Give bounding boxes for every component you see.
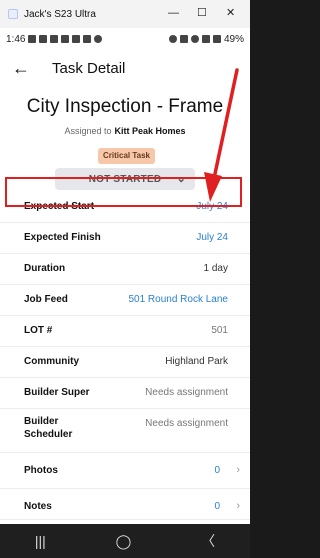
row-value[interactable]: 501 Round Rock Lane xyxy=(128,294,228,305)
row-label: Job Feed xyxy=(24,294,68,305)
app-header: ← Task Detail xyxy=(0,50,250,86)
row-label: Photos xyxy=(24,465,58,476)
status-value: NOT STARTED xyxy=(88,173,162,185)
status-dropdown[interactable]: NOT STARTED ⌄ xyxy=(55,168,195,190)
notification-icon xyxy=(39,35,48,43)
row-label: Duration xyxy=(24,263,66,274)
notification-icon xyxy=(61,35,70,43)
row-value: 0 xyxy=(214,501,220,512)
row-job-feed[interactable]: Job Feed 501 Round Rock Lane xyxy=(0,285,250,316)
task-title: City Inspection - Frame xyxy=(26,96,224,117)
row-label: LOT # xyxy=(24,325,53,336)
row-value: 1 day xyxy=(203,263,228,274)
window-titlebar: Jack's S23 Ultra — ☐ ✕ xyxy=(0,0,250,28)
assigned-prefix: Assigned to xyxy=(64,126,112,136)
status-time: 1:46 xyxy=(6,33,26,45)
android-navbar: ||| ◯ 〈 xyxy=(0,524,250,558)
assigned-company: Kitt Peak Homes xyxy=(114,126,186,136)
row-value[interactable]: July 24 xyxy=(196,232,228,243)
back-button[interactable]: 〈 xyxy=(201,531,215,551)
notification-icon xyxy=(50,35,59,43)
chevron-down-icon: ⌄ xyxy=(176,173,186,185)
row-label: Expected Start xyxy=(24,201,95,212)
battery-level: 49% xyxy=(223,33,244,45)
row-label: Expected Finish xyxy=(24,232,101,243)
row-expected-start[interactable]: Expected Start July 24 xyxy=(0,192,250,223)
row-value[interactable]: Needs assignment xyxy=(145,418,228,429)
notification-icon xyxy=(72,35,81,43)
row-label: Builder Scheduler xyxy=(24,416,73,440)
status-bar: 1:46 49% xyxy=(0,28,250,50)
minimize-button[interactable]: — xyxy=(168,6,179,20)
notification-icon xyxy=(83,35,92,43)
page-title: Task Detail xyxy=(52,60,126,77)
task-detail-content: City Inspection - Frame Assigned to Kitt … xyxy=(0,86,250,524)
recent-apps-button[interactable]: ||| xyxy=(35,533,46,549)
chevron-right-icon: › xyxy=(236,500,240,512)
close-button[interactable]: ✕ xyxy=(226,6,235,20)
row-builder-super[interactable]: Builder Super Needs assignment xyxy=(0,378,250,409)
chevron-right-icon: › xyxy=(236,464,240,476)
row-value[interactable]: Needs assignment xyxy=(145,387,228,398)
row-community: Community Highland Park xyxy=(0,347,250,378)
row-duration: Duration 1 day xyxy=(0,254,250,285)
mute-icon xyxy=(179,35,188,43)
wifi-icon xyxy=(201,35,210,43)
row-label: Community xyxy=(24,356,79,367)
row-value: 501 xyxy=(211,325,228,336)
notification-icon xyxy=(94,35,103,43)
home-button[interactable]: ◯ xyxy=(116,533,132,550)
maximize-button[interactable]: ☐ xyxy=(197,6,207,20)
location-icon xyxy=(190,35,199,43)
row-photos[interactable]: Photos 0 › xyxy=(0,453,250,489)
back-arrow-icon[interactable]: ← xyxy=(12,58,30,78)
window-title: Jack's S23 Ultra xyxy=(24,8,96,20)
row-notes[interactable]: Notes 0 › xyxy=(0,489,250,520)
row-value[interactable]: July 24 xyxy=(196,201,228,212)
app-icon xyxy=(8,9,18,19)
row-value: Highland Park xyxy=(165,356,228,367)
row-expected-finish[interactable]: Expected Finish July 24 xyxy=(0,223,250,254)
row-label: Notes xyxy=(24,501,52,512)
row-lot: LOT # 501 xyxy=(0,316,250,347)
row-value: 0 xyxy=(214,465,220,476)
assigned-to: Assigned to Kitt Peak Homes xyxy=(0,126,250,136)
signal-icon xyxy=(212,35,221,43)
alarm-icon xyxy=(168,35,177,43)
detail-list: Expected Start July 24 Expected Finish J… xyxy=(0,192,250,520)
notification-icon xyxy=(28,35,37,43)
row-label: Builder Super xyxy=(24,387,90,398)
row-builder-scheduler[interactable]: Builder Scheduler Needs assignment xyxy=(0,409,250,453)
critical-task-badge: Critical Task xyxy=(98,148,155,164)
